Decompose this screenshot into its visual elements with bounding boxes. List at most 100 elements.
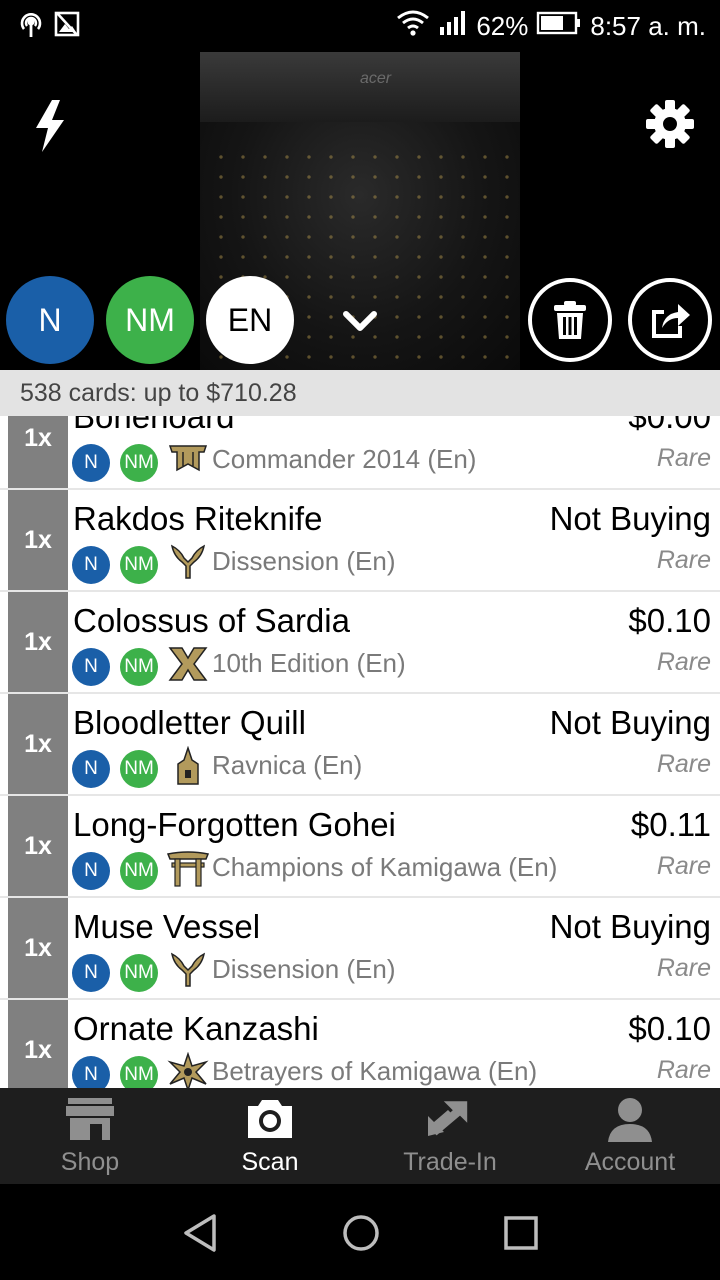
set-name: Betrayers of Kamigawa (En) xyxy=(212,1056,538,1086)
dissension-set-icon xyxy=(170,544,206,579)
trade-arrows-icon xyxy=(428,1101,468,1136)
chevron-down-icon xyxy=(343,311,377,331)
tab-shop-label: Shop xyxy=(60,1148,120,1176)
trash-icon xyxy=(554,301,586,339)
condition-nm-badge[interactable]: NM xyxy=(120,852,158,890)
card-name: Bonehoard xyxy=(73,416,235,435)
card-row[interactable]: 1x Long-Forgotten Gohei $0.11 N NM Champ… xyxy=(0,796,720,898)
card-name: Long-Forgotten Gohei xyxy=(73,806,396,843)
camera-icon xyxy=(248,1100,292,1138)
card-name: Bloodletter Quill xyxy=(73,704,306,741)
card-row[interactable]: 1x Rakdos Riteknife Not Buying N NM Diss… xyxy=(0,490,720,592)
card-row[interactable]: 1x Muse Vessel Not Buying N NM Dissensio… xyxy=(0,898,720,1000)
card-price: $0.00 xyxy=(628,416,711,435)
quantity-badge[interactable]: 1x xyxy=(8,1000,68,1088)
set-name: Dissension (En) xyxy=(212,546,396,576)
tab-account-label: Account xyxy=(584,1148,676,1176)
condition-nm-badge[interactable]: NM xyxy=(120,954,158,992)
battery-percent: 62% xyxy=(476,10,529,41)
gear-icon xyxy=(646,100,694,148)
condition-n-badge[interactable]: N xyxy=(72,852,110,890)
tab-trade-in[interactable]: Trade-In xyxy=(360,1088,540,1184)
condition-n-badge[interactable]: N xyxy=(72,954,110,992)
user-icon xyxy=(608,1098,652,1142)
ravnica-set-icon xyxy=(177,746,199,785)
set-name: 10th Edition (En) xyxy=(212,648,406,678)
rarity: Rare xyxy=(656,546,711,574)
rarity: Rare xyxy=(656,1056,711,1084)
card-name: Colossus of Sardia xyxy=(73,602,350,639)
flash-button[interactable] xyxy=(30,98,70,159)
dissension-set-icon xyxy=(170,952,206,987)
condition-nm-badge[interactable]: NM xyxy=(120,750,158,788)
tenth-edition-set-icon xyxy=(168,647,208,681)
bottom-tab-bar: Shop Scan Trade-In Account xyxy=(0,1088,720,1184)
card-price: Not Buying xyxy=(549,908,711,945)
card-price: $0.10 xyxy=(628,602,711,639)
card-price: Not Buying xyxy=(549,500,711,537)
card-row[interactable]: 1x Ornate Kanzashi $0.10 N NM Betrayers … xyxy=(0,1000,720,1088)
signal-icon xyxy=(438,9,468,44)
share-icon xyxy=(652,304,690,338)
card-row[interactable]: 1x Colossus of Sardia $0.10 N NM 10th Ed… xyxy=(0,592,720,694)
condition-n-badge[interactable]: N xyxy=(72,750,110,788)
recents-icon[interactable] xyxy=(500,1212,542,1254)
scan-summary: 538 cards: up to $710.28 xyxy=(0,370,720,416)
condition-n-badge[interactable]: N xyxy=(72,1056,110,1088)
quantity-badge[interactable]: 1x xyxy=(8,490,68,590)
condition-nm-badge[interactable]: NM xyxy=(120,444,158,482)
battery-icon xyxy=(536,11,582,42)
card-price: Not Buying xyxy=(549,704,711,741)
image-notification-icon xyxy=(54,10,80,43)
card-name: Rakdos Riteknife xyxy=(73,500,323,537)
card-price: $0.11 xyxy=(630,806,711,843)
condition-n-button[interactable]: N xyxy=(6,276,94,364)
delete-button[interactable] xyxy=(528,278,612,362)
tab-account[interactable]: Account xyxy=(540,1088,720,1184)
tab-trade-in-label: Trade-In xyxy=(403,1148,497,1176)
condition-nm-badge[interactable]: NM xyxy=(120,546,158,584)
tab-scan[interactable]: Scan xyxy=(180,1088,360,1184)
card-row[interactable]: 1x Bonehoard $0.00 N NM Commander 2014 (… xyxy=(0,416,720,490)
set-name: Ravnica (En) xyxy=(212,750,363,780)
condition-nm-badge[interactable]: NM xyxy=(120,648,158,686)
back-icon[interactable] xyxy=(180,1212,222,1254)
quantity-badge[interactable]: 1x xyxy=(8,416,68,488)
options-dropdown-button[interactable] xyxy=(340,308,380,341)
preview-brand: acer xyxy=(360,70,392,87)
condition-n-badge[interactable]: N xyxy=(72,648,110,686)
rarity: Rare xyxy=(656,750,711,778)
status-bar: 62% 8:57 a. m. xyxy=(0,0,720,52)
quantity-badge[interactable]: 1x xyxy=(8,796,68,896)
tab-shop[interactable]: Shop xyxy=(0,1088,180,1184)
condition-nm-badge[interactable]: NM xyxy=(120,1056,158,1088)
settings-button[interactable] xyxy=(644,98,696,155)
clock: 8:57 a. m. xyxy=(590,10,706,41)
set-name: Champions of Kamigawa (En) xyxy=(212,852,558,882)
card-price: $0.10 xyxy=(628,1010,711,1047)
scanned-card-list[interactable]: 1x Bonehoard $0.00 N NM Commander 2014 (… xyxy=(0,416,720,1088)
condition-n-badge[interactable]: N xyxy=(72,444,110,482)
rarity: Rare xyxy=(656,444,711,472)
condition-nm-button[interactable]: NM xyxy=(106,276,194,364)
system-nav-bar xyxy=(0,1184,720,1280)
betrayers-of-kamigawa-set-icon xyxy=(167,1052,209,1088)
flash-icon xyxy=(36,100,64,152)
share-button[interactable] xyxy=(628,278,712,362)
home-icon[interactable] xyxy=(340,1212,382,1254)
language-button[interactable]: EN xyxy=(206,276,294,364)
set-name: Dissension (En) xyxy=(212,954,396,984)
quantity-badge[interactable]: 1x xyxy=(8,694,68,794)
shop-icon xyxy=(66,1098,114,1140)
tab-scan-label: Scan xyxy=(241,1148,299,1176)
camera-area: acer N NM EN xyxy=(0,52,720,370)
wifi-icon xyxy=(396,9,430,44)
commander-2014-set-icon xyxy=(168,445,208,472)
hotspot-icon xyxy=(16,10,46,45)
card-name: Muse Vessel xyxy=(73,908,261,945)
condition-n-badge[interactable]: N xyxy=(72,546,110,584)
quantity-badge[interactable]: 1x xyxy=(8,592,68,692)
rarity: Rare xyxy=(656,954,711,982)
quantity-badge[interactable]: 1x xyxy=(8,898,68,998)
card-row[interactable]: 1x Bloodletter Quill Not Buying N NM Rav… xyxy=(0,694,720,796)
